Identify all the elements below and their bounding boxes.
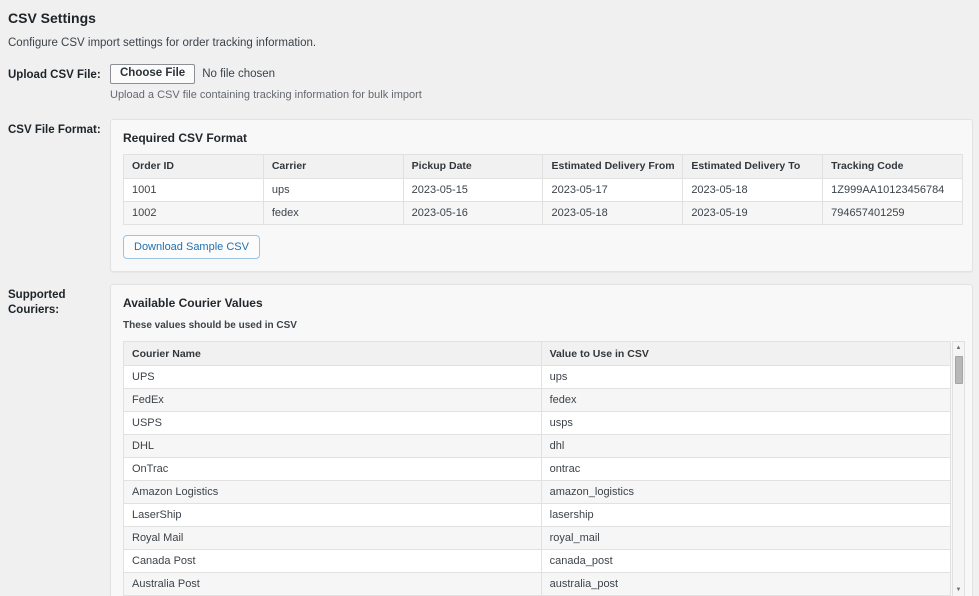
table-row: 1002fedex2023-05-162023-05-182023-05-197… — [124, 201, 963, 224]
upload-csv-row: Upload CSV File: Choose File No file cho… — [8, 64, 973, 101]
scrollbar-thumb[interactable] — [955, 356, 963, 384]
table-cell: Australia Post — [124, 573, 542, 596]
table-cell: 2023-05-19 — [683, 201, 823, 224]
table-cell: amazon_logistics — [541, 481, 950, 504]
table-cell: ontrac — [541, 458, 950, 481]
table-cell: 1Z999AA10123456784 — [823, 178, 963, 201]
column-header: Order ID — [124, 154, 264, 178]
column-header: Estimated Delivery To — [683, 154, 823, 178]
table-cell: 1002 — [124, 201, 264, 224]
table-header-row: Order IDCarrierPickup DateEstimated Deli… — [124, 154, 963, 178]
csv-format-label: CSV File Format: — [8, 119, 110, 138]
upload-description: Upload a CSV file containing tracking in… — [110, 89, 973, 101]
csv-format-heading: Required CSV Format — [123, 131, 960, 145]
table-cell: 2023-05-17 — [543, 178, 683, 201]
table-cell: canada_post — [541, 550, 950, 573]
couriers-panel: Available Courier Values These values sh… — [110, 284, 973, 596]
csv-format-table: Order IDCarrierPickup DateEstimated Deli… — [123, 154, 963, 225]
table-row: 1001ups2023-05-152023-05-172023-05-181Z9… — [124, 178, 963, 201]
table-row: LaserShiplasership — [124, 504, 951, 527]
table-row: Canada Postcanada_post — [124, 550, 951, 573]
table-row: Royal Mailroyal_mail — [124, 527, 951, 550]
table-row: UPSups — [124, 366, 951, 389]
supported-couriers-row: Supported Couriers: Available Courier Va… — [8, 284, 973, 596]
file-status-text: No file chosen — [202, 68, 275, 80]
page-title: CSV Settings — [8, 10, 973, 26]
table-row: USPSusps — [124, 412, 951, 435]
table-header-row: Courier NameValue to Use in CSV — [124, 342, 951, 366]
table-cell: 1001 — [124, 178, 264, 201]
csv-format-panel: Required CSV Format Order IDCarrierPicku… — [110, 119, 973, 273]
table-cell: Royal Mail — [124, 527, 542, 550]
upload-csv-field: Choose File No file chosen Upload a CSV … — [110, 64, 973, 101]
table-cell: Canada Post — [124, 550, 542, 573]
column-header: Pickup Date — [403, 154, 543, 178]
table-cell: LaserShip — [124, 504, 542, 527]
scroll-down-icon[interactable]: ▼ — [953, 584, 964, 596]
table-cell: UPS — [124, 366, 542, 389]
table-cell: USPS — [124, 412, 542, 435]
table-cell: 794657401259 — [823, 201, 963, 224]
table-cell: fedex — [541, 389, 950, 412]
column-header: Carrier — [263, 154, 403, 178]
table-cell: 2023-05-18 — [543, 201, 683, 224]
table-row: Australia Postaustralia_post — [124, 573, 951, 596]
table-cell: royal_mail — [541, 527, 950, 550]
choose-file-button[interactable]: Choose File — [110, 64, 195, 84]
table-row: OnTracontrac — [124, 458, 951, 481]
table-cell: usps — [541, 412, 950, 435]
table-cell: DHL — [124, 435, 542, 458]
table-cell: 2023-05-15 — [403, 178, 543, 201]
table-row: FedExfedex — [124, 389, 951, 412]
couriers-scroll-area: Courier NameValue to Use in CSV UPSupsFe… — [123, 341, 965, 596]
table-cell: 2023-05-16 — [403, 201, 543, 224]
table-row: DHLdhl — [124, 435, 951, 458]
vertical-scrollbar[interactable]: ▲ ▼ — [952, 341, 965, 596]
table-cell: lasership — [541, 504, 950, 527]
table-cell: ups — [263, 178, 403, 201]
table-cell: ups — [541, 366, 950, 389]
supported-couriers-label: Supported Couriers: — [8, 284, 110, 318]
table-cell: 2023-05-18 — [683, 178, 823, 201]
page-description: Configure CSV import settings for order … — [8, 37, 973, 49]
table-cell: fedex — [263, 201, 403, 224]
couriers-note: These values should be used in CSV — [123, 320, 960, 331]
table-cell: australia_post — [541, 573, 950, 596]
column-header: Courier Name — [124, 342, 542, 366]
column-header: Value to Use in CSV — [541, 342, 950, 366]
scroll-up-icon[interactable]: ▲ — [953, 342, 964, 354]
upload-csv-label: Upload CSV File: — [8, 64, 110, 83]
table-cell: OnTrac — [124, 458, 542, 481]
csv-settings-page: CSV Settings Configure CSV import settin… — [0, 0, 979, 596]
couriers-table: Courier NameValue to Use in CSV UPSupsFe… — [123, 341, 951, 596]
csv-format-row: CSV File Format: Required CSV Format Ord… — [8, 119, 973, 273]
column-header: Estimated Delivery From — [543, 154, 683, 178]
couriers-heading: Available Courier Values — [123, 296, 960, 310]
download-sample-csv-button[interactable]: Download Sample CSV — [123, 235, 260, 260]
table-row: Amazon Logisticsamazon_logistics — [124, 481, 951, 504]
table-cell: FedEx — [124, 389, 542, 412]
column-header: Tracking Code — [823, 154, 963, 178]
table-cell: Amazon Logistics — [124, 481, 542, 504]
table-cell: dhl — [541, 435, 950, 458]
